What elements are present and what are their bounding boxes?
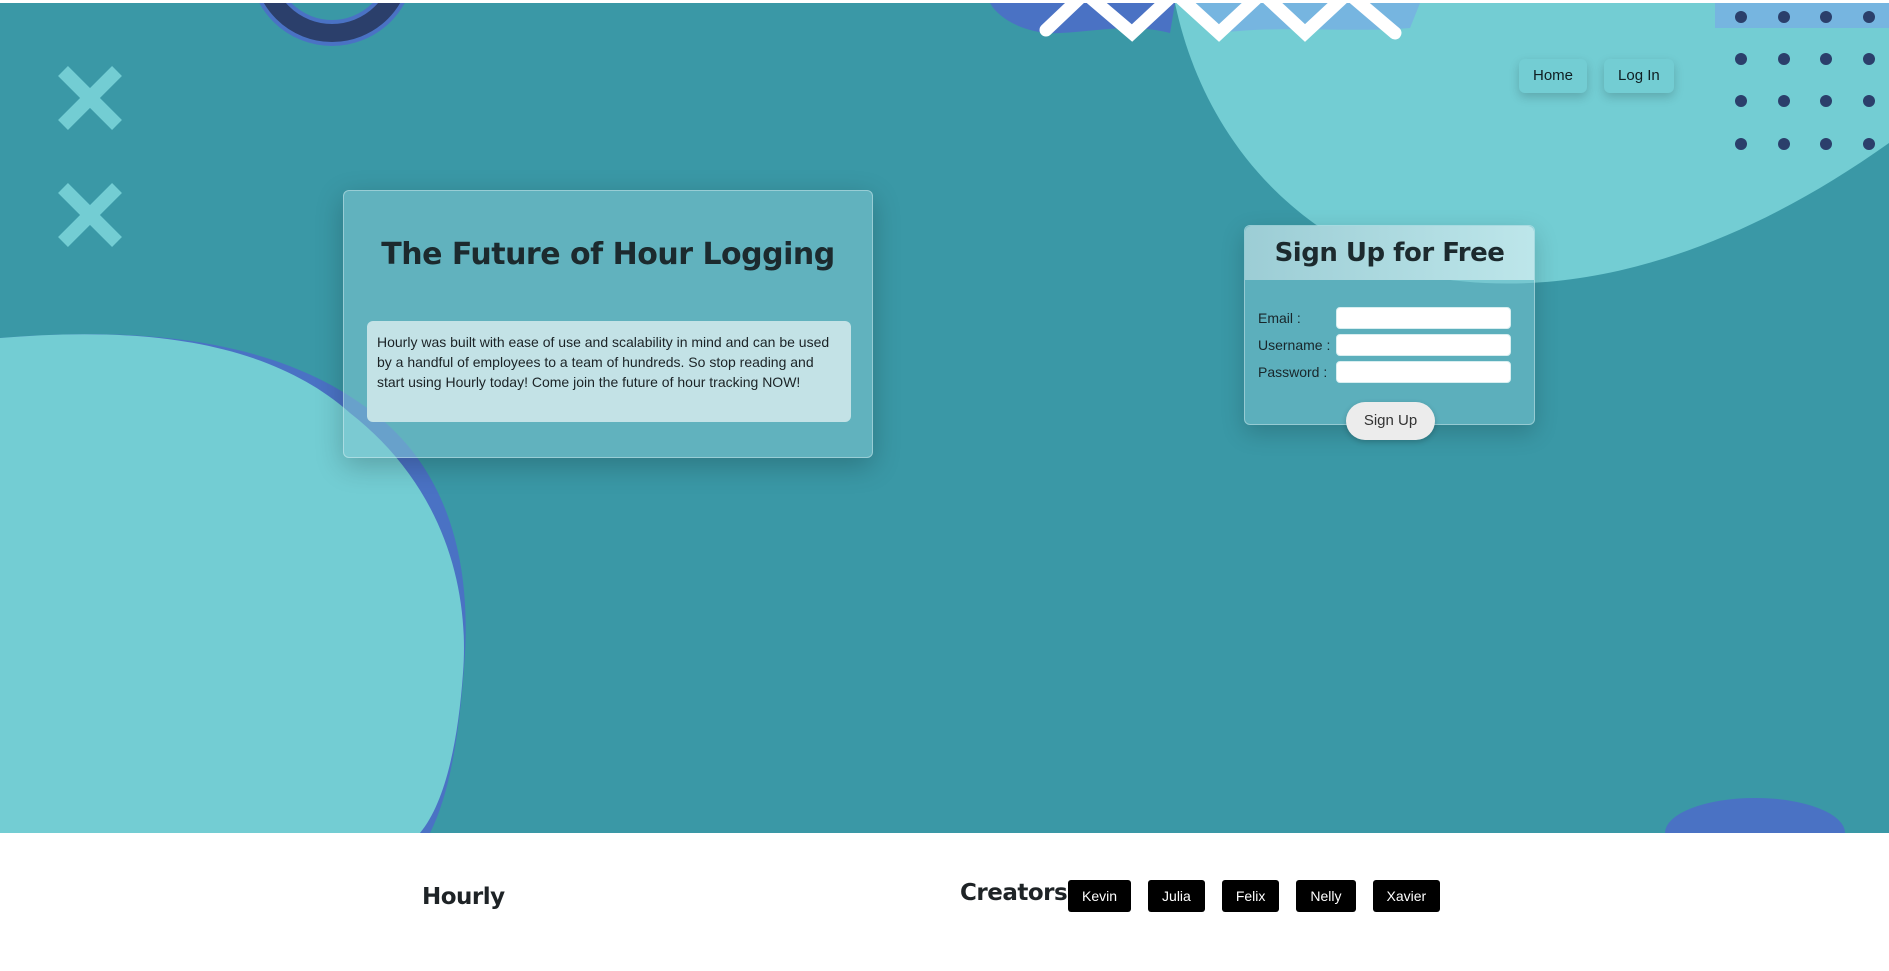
blob-bottom-right — [1665, 798, 1845, 833]
intro-text: Hourly was built with ease of use and sc… — [367, 321, 851, 422]
creators-list: Kevin Julia Felix Nelly Xavier — [1068, 880, 1441, 912]
email-row: Email : — [1258, 307, 1511, 329]
intro-card: The Future of Hour Logging Hourly was bu… — [343, 190, 873, 458]
hero-section: Home Log In The Future of Hour Logging H… — [0, 3, 1889, 833]
creator-button-julia[interactable]: Julia — [1148, 880, 1205, 912]
email-field[interactable] — [1336, 307, 1511, 329]
password-row: Password : — [1258, 361, 1511, 383]
signup-button[interactable]: Sign Up — [1346, 402, 1435, 440]
x-marks — [58, 66, 122, 247]
login-button[interactable]: Log In — [1604, 59, 1674, 93]
username-field[interactable] — [1336, 334, 1511, 356]
creators-label: Creators : — [960, 880, 1084, 906]
password-label: Password : — [1258, 364, 1328, 380]
top-nav: Home Log In — [1519, 59, 1674, 93]
intro-title: The Future of Hour Logging — [381, 237, 835, 272]
signup-title: Sign Up for Free — [1245, 226, 1534, 280]
username-row: Username : — [1258, 334, 1511, 356]
email-label: Email : — [1258, 310, 1301, 326]
footer-brand: Hourly — [422, 884, 505, 910]
creator-button-felix[interactable]: Felix — [1221, 880, 1280, 912]
decorative-background — [0, 3, 1889, 833]
username-label: Username : — [1258, 337, 1331, 353]
creator-button-kevin[interactable]: Kevin — [1068, 880, 1132, 912]
creator-button-xavier[interactable]: Xavier — [1372, 880, 1441, 912]
creator-button-nelly[interactable]: Nelly — [1296, 880, 1356, 912]
signup-card: Sign Up for Free Email : Username : Pass… — [1244, 225, 1535, 440]
password-field[interactable] — [1336, 361, 1511, 383]
home-button[interactable]: Home — [1519, 59, 1588, 93]
